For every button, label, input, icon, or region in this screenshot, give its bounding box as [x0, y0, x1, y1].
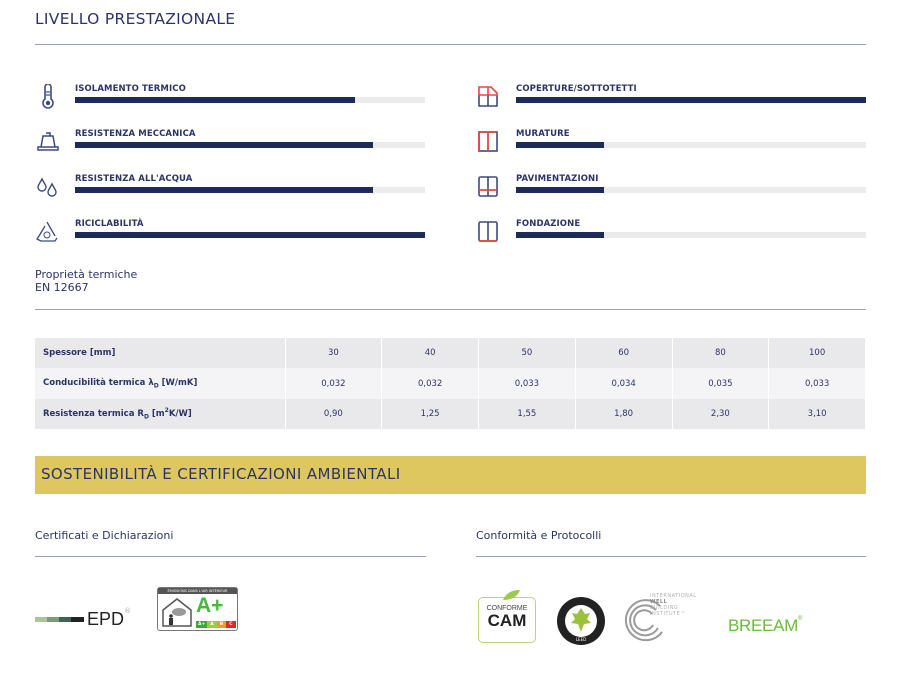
usgbc-leed-logo: LEED	[557, 597, 605, 645]
perf-bar-fill	[75, 142, 373, 148]
epd-logo: EPD ®	[35, 605, 145, 633]
row-header: Resistenza termica RD [m2K/W]	[35, 399, 286, 429]
thermal-title: Proprietà termiche EN 12667	[35, 268, 137, 294]
perf-label: FONDAZIONE	[516, 219, 581, 229]
table-cell: 30	[285, 338, 383, 368]
table-row: Spessore [mm] 30 40 50 60 80 100	[35, 338, 866, 368]
table-cell: 80	[672, 338, 770, 368]
table-cell: 1,25	[381, 399, 479, 429]
thermal-standard: EN 12667	[35, 281, 89, 294]
perf-bar	[75, 187, 425, 193]
table-row: Conducibilità termica λD [W/mK] 0,032 0,…	[35, 368, 866, 399]
perf-bar	[75, 142, 425, 148]
rating-a-plus: A+	[196, 594, 224, 617]
table-cell: 40	[381, 338, 479, 368]
thermal-table: Spessore [mm] 30 40 50 60 80 100 Conduci…	[35, 338, 866, 429]
table-cell: 0,034	[575, 368, 673, 399]
emissions-a-plus-logo: ÉMISSIONS DANS L'AIR INTÉRIEUR A+ A+ A B…	[157, 587, 238, 631]
perf-item-resistenza-acqua: RESISTENZA ALL'ACQUA	[35, 174, 430, 204]
title-divider	[35, 44, 866, 45]
sustainability-banner: SOSTENIBILITÀ E CERTIFICAZIONI AMBIENTAL…	[35, 456, 866, 494]
perf-bar	[516, 97, 866, 103]
perf-bar-fill	[516, 142, 604, 148]
protocols-divider	[476, 556, 866, 557]
perf-label: COPERTURE/SOTTOTETTI	[516, 84, 637, 94]
table-cell: 50	[478, 338, 576, 368]
thermal-title-line1: Proprietà termiche	[35, 268, 138, 281]
protocols-heading: Conformità e Protocolli	[476, 529, 602, 542]
certificates-divider	[35, 556, 426, 557]
recycle-icon	[36, 221, 58, 242]
perf-label: RESISTENZA ALL'ACQUA	[75, 174, 193, 184]
table-cell: 3,10	[768, 399, 866, 429]
perf-bar-fill	[516, 232, 604, 238]
house-icon	[162, 598, 192, 627]
table-cell: 0,032	[381, 368, 479, 399]
perf-item-pavimentazioni: PAVIMENTAZIONI	[476, 174, 871, 204]
perf-item-fondazione: FONDAZIONE	[476, 219, 871, 249]
perf-bar-fill	[516, 187, 604, 193]
perf-item-coperture: COPERTURE/SOTTOTETTI	[476, 84, 871, 114]
table-cell: 1,55	[478, 399, 576, 429]
perf-item-isolamento: ISOLAMENTO TERMICO	[35, 84, 430, 114]
table-cell: 0,032	[285, 368, 383, 399]
floor-icon	[478, 176, 498, 197]
thermal-divider	[35, 309, 866, 310]
perf-bar-fill	[75, 97, 355, 103]
epd-text: EPD	[87, 608, 125, 629]
certificates-heading: Certificati e Dichiarazioni	[35, 529, 174, 542]
roof-icon	[478, 86, 498, 107]
table-cell: 100	[768, 338, 866, 368]
perf-bar	[516, 232, 866, 238]
perf-bar-fill	[75, 232, 425, 238]
foundation-icon	[478, 221, 498, 242]
table-cell: 0,035	[672, 368, 770, 399]
table-cell: 0,90	[285, 399, 383, 429]
leaf-icon	[503, 590, 520, 600]
row-header: Spessore [mm]	[35, 338, 286, 368]
perf-label: RICICLABILITÀ	[75, 219, 144, 229]
rating-scale: A+ A B C	[196, 621, 236, 628]
perf-bar-fill	[516, 97, 866, 103]
perf-item-murature: MURATURE	[476, 129, 871, 159]
perf-label: MURATURE	[516, 129, 570, 139]
perf-bar	[75, 97, 425, 103]
perf-bar	[75, 232, 425, 238]
row-header: Conducibilità termica λD [W/mK]	[35, 368, 286, 399]
perf-bar	[516, 187, 866, 193]
svg-text:LEED: LEED	[576, 637, 586, 642]
table-row: Resistenza termica RD [m2K/W] 0,90 1,25 …	[35, 399, 866, 429]
perf-label: RESISTENZA MECCANICA	[75, 129, 196, 139]
table-cell: 2,30	[672, 399, 770, 429]
well-building-logo: INTERNATIONAL WELL BUILDING INSTITUTE™	[622, 593, 717, 645]
conforme-cam-logo: CONFORME CAM	[478, 590, 536, 643]
table-cell: 0,033	[768, 368, 866, 399]
perf-bar	[516, 142, 866, 148]
breeam-logo: BREEAM®	[728, 616, 803, 635]
table-cell: 0,033	[478, 368, 576, 399]
epd-stripe-icon	[35, 616, 84, 622]
weight-icon	[37, 132, 59, 151]
water-drops-icon	[37, 177, 57, 197]
table-cell: 60	[575, 338, 673, 368]
perf-item-riciclabilita: RICICLABILITÀ	[35, 219, 430, 249]
table-cell: 1,80	[575, 399, 673, 429]
perf-label: PAVIMENTAZIONI	[516, 174, 599, 184]
wall-icon	[478, 131, 498, 152]
thermometer-icon	[42, 84, 54, 109]
perf-item-resistenza-meccanica: RESISTENZA MECCANICA	[35, 129, 430, 159]
perf-bar-fill	[75, 187, 373, 193]
perf-label: ISOLAMENTO TERMICO	[75, 84, 186, 94]
section-title-performance: LIVELLO PRESTAZIONALE	[35, 10, 236, 28]
sustainability-title: SOSTENIBILITÀ E CERTIFICAZIONI AMBIENTAL…	[41, 465, 401, 483]
